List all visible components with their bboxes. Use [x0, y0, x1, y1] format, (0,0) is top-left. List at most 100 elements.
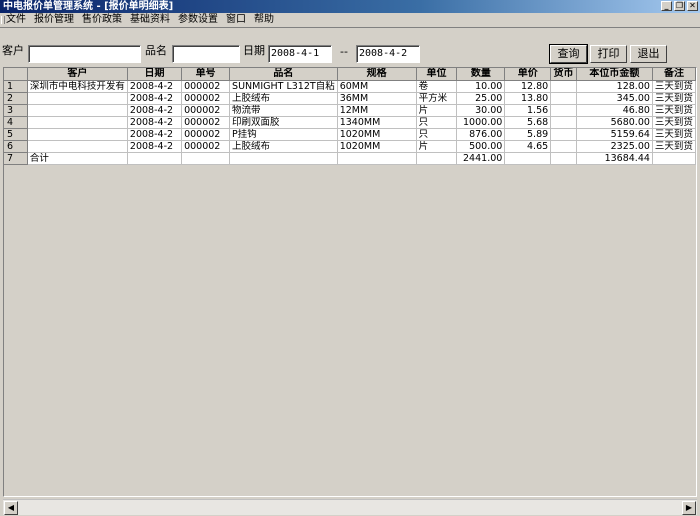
cell-product[interactable] — [229, 152, 338, 165]
cell-date[interactable]: 2008-4-2 — [127, 80, 183, 93]
cell-amount[interactable]: 46.80 — [576, 104, 653, 117]
cell-product[interactable]: 上胶绒布 — [229, 140, 338, 153]
scroll-left-arrow-icon[interactable]: ◀ — [4, 501, 18, 515]
cell-qty[interactable]: 2441.00 — [456, 152, 506, 165]
cell-price[interactable]: 5.68 — [504, 116, 552, 129]
cell-price[interactable] — [504, 152, 552, 165]
table-row[interactable]: 1 深圳市中电科技开发有 2008-4-2 000002 SUNMIGHT L312T自… — [4, 80, 696, 93]
cell-amount[interactable]: 5159.64 — [576, 128, 653, 141]
cell-price[interactable]: 12.80 — [504, 80, 552, 93]
col-header-currency[interactable]: 货币 — [550, 68, 577, 81]
col-header-product[interactable]: 品名 — [229, 68, 338, 81]
row-number[interactable]: 3 — [4, 104, 28, 117]
row-number[interactable]: 7 — [4, 152, 28, 165]
cell-spec[interactable]: 12MM — [337, 104, 417, 117]
cell-amount[interactable]: 128.00 — [576, 80, 653, 93]
cell-customer[interactable] — [27, 128, 128, 141]
col-header-unit[interactable]: 单位 — [416, 68, 458, 81]
cell-amount[interactable]: 13684.44 — [576, 152, 653, 165]
close-button[interactable]: ✕ — [687, 1, 698, 11]
cell-currency[interactable] — [550, 152, 577, 165]
cell-order-no[interactable]: 000002 — [181, 104, 231, 117]
cell-currency[interactable] — [550, 128, 577, 141]
date-to-input[interactable]: 2008-4-2 — [356, 45, 420, 63]
cell-currency[interactable] — [550, 92, 577, 105]
menu-help[interactable]: 帮助 — [254, 13, 274, 27]
cell-spec[interactable]: 1020MM — [337, 140, 417, 153]
cell-currency[interactable] — [550, 116, 577, 129]
cell-spec[interactable]: 1340MM — [337, 116, 417, 129]
col-header-spec[interactable]: 规格 — [337, 68, 417, 81]
cell-amount[interactable]: 345.00 — [576, 92, 653, 105]
query-button[interactable]: 查询 — [549, 44, 588, 64]
cell-unit[interactable]: 平方米 — [416, 92, 458, 105]
cell-price[interactable]: 5.89 — [504, 128, 552, 141]
cell-order-no[interactable]: 000002 — [181, 128, 231, 141]
scroll-right-arrow-icon[interactable]: ▶ — [682, 501, 696, 515]
table-row[interactable]: 6 2008-4-2 000002 上胶绒布 1020MM 片 500.00 4.65 2325… — [4, 140, 696, 153]
cell-price[interactable]: 1.56 — [504, 104, 552, 117]
row-number[interactable]: 4 — [4, 116, 28, 129]
cell-customer[interactable] — [27, 116, 128, 129]
quote-detail-grid[interactable]: 客户 日期 单号 品名 规格 单位 数量 单价 货币 本位币金额 备注 1 深圳市… — [3, 67, 697, 497]
cell-product[interactable]: SUNMIGHT L312T自粘 — [229, 80, 338, 93]
col-header-order-no[interactable]: 单号 — [181, 68, 231, 81]
cell-spec[interactable]: 36MM — [337, 92, 417, 105]
customer-input[interactable] — [28, 45, 141, 63]
cell-note[interactable]: 三天到货 — [652, 128, 696, 141]
cell-amount[interactable]: 2325.00 — [576, 140, 653, 153]
cell-unit[interactable] — [416, 152, 458, 165]
cell-price[interactable]: 4.65 — [504, 140, 552, 153]
date-from-input[interactable]: 2008-4-1 — [268, 45, 332, 63]
cell-product[interactable]: 物流带 — [229, 104, 338, 117]
minimize-button[interactable]: _ — [661, 1, 672, 11]
menu-settings[interactable]: 参数设置 — [178, 13, 218, 27]
cell-qty[interactable]: 10.00 — [456, 80, 506, 93]
table-row[interactable]: 4 2008-4-2 000002 印刷双面胶 1340MM 只 1000.00 5.68 56… — [4, 116, 696, 129]
cell-date[interactable]: 2008-4-2 — [127, 92, 183, 105]
cell-date[interactable]: 2008-4-2 — [127, 128, 183, 141]
cell-unit[interactable]: 只 — [416, 128, 458, 141]
menu-window[interactable]: 窗口 — [226, 13, 246, 27]
cell-order-no[interactable] — [181, 152, 231, 165]
cell-product[interactable]: P挂钩 — [229, 128, 338, 141]
cell-customer[interactable]: 合计 — [27, 152, 128, 165]
cell-note[interactable]: 三天到货 — [652, 104, 696, 117]
cell-qty[interactable]: 1000.00 — [456, 116, 506, 129]
product-input[interactable] — [172, 45, 240, 63]
menu-sales-policy[interactable]: 售价政策 — [82, 13, 122, 27]
cell-unit[interactable]: 片 — [416, 104, 458, 117]
cell-currency[interactable] — [550, 140, 577, 153]
corner-cell[interactable] — [4, 68, 28, 81]
cell-date[interactable]: 2008-4-2 — [127, 104, 183, 117]
col-header-note[interactable]: 备注 — [652, 68, 696, 81]
print-button[interactable]: 打印 — [590, 45, 627, 63]
cell-date[interactable] — [127, 152, 183, 165]
cell-note[interactable]: 三天到货 — [652, 80, 696, 93]
col-header-date[interactable]: 日期 — [127, 68, 183, 81]
col-header-price[interactable]: 单价 — [504, 68, 552, 81]
cell-qty[interactable]: 25.00 — [456, 92, 506, 105]
row-number[interactable]: 1 — [4, 80, 28, 93]
cell-customer[interactable] — [27, 104, 128, 117]
cell-spec[interactable] — [337, 152, 417, 165]
cell-note[interactable] — [652, 152, 696, 165]
table-row[interactable]: 5 2008-4-2 000002 P挂钩 1020MM 只 876.00 5.89 5159.… — [4, 128, 696, 141]
cell-customer[interactable] — [27, 140, 128, 153]
horizontal-scrollbar[interactable]: ◀ ▶ — [3, 499, 697, 515]
cell-unit[interactable]: 只 — [416, 116, 458, 129]
cell-order-no[interactable]: 000002 — [181, 80, 231, 93]
cell-order-no[interactable]: 000002 — [181, 116, 231, 129]
cell-amount[interactable]: 5680.00 — [576, 116, 653, 129]
col-header-qty[interactable]: 数量 — [456, 68, 506, 81]
col-header-amount[interactable]: 本位币金额 — [576, 68, 653, 81]
cell-date[interactable]: 2008-4-2 — [127, 116, 183, 129]
row-number[interactable]: 5 — [4, 128, 28, 141]
menu-base-data[interactable]: 基础资料 — [130, 13, 170, 27]
cell-qty[interactable]: 500.00 — [456, 140, 506, 153]
cell-customer[interactable]: 深圳市中电科技开发有 — [27, 80, 128, 93]
cell-order-no[interactable]: 000002 — [181, 140, 231, 153]
cell-order-no[interactable]: 000002 — [181, 92, 231, 105]
table-row[interactable]: 2 2008-4-2 000002 上胶绒布 36MM 平方米 25.00 13.80 345.… — [4, 92, 696, 105]
cell-currency[interactable] — [550, 104, 577, 117]
